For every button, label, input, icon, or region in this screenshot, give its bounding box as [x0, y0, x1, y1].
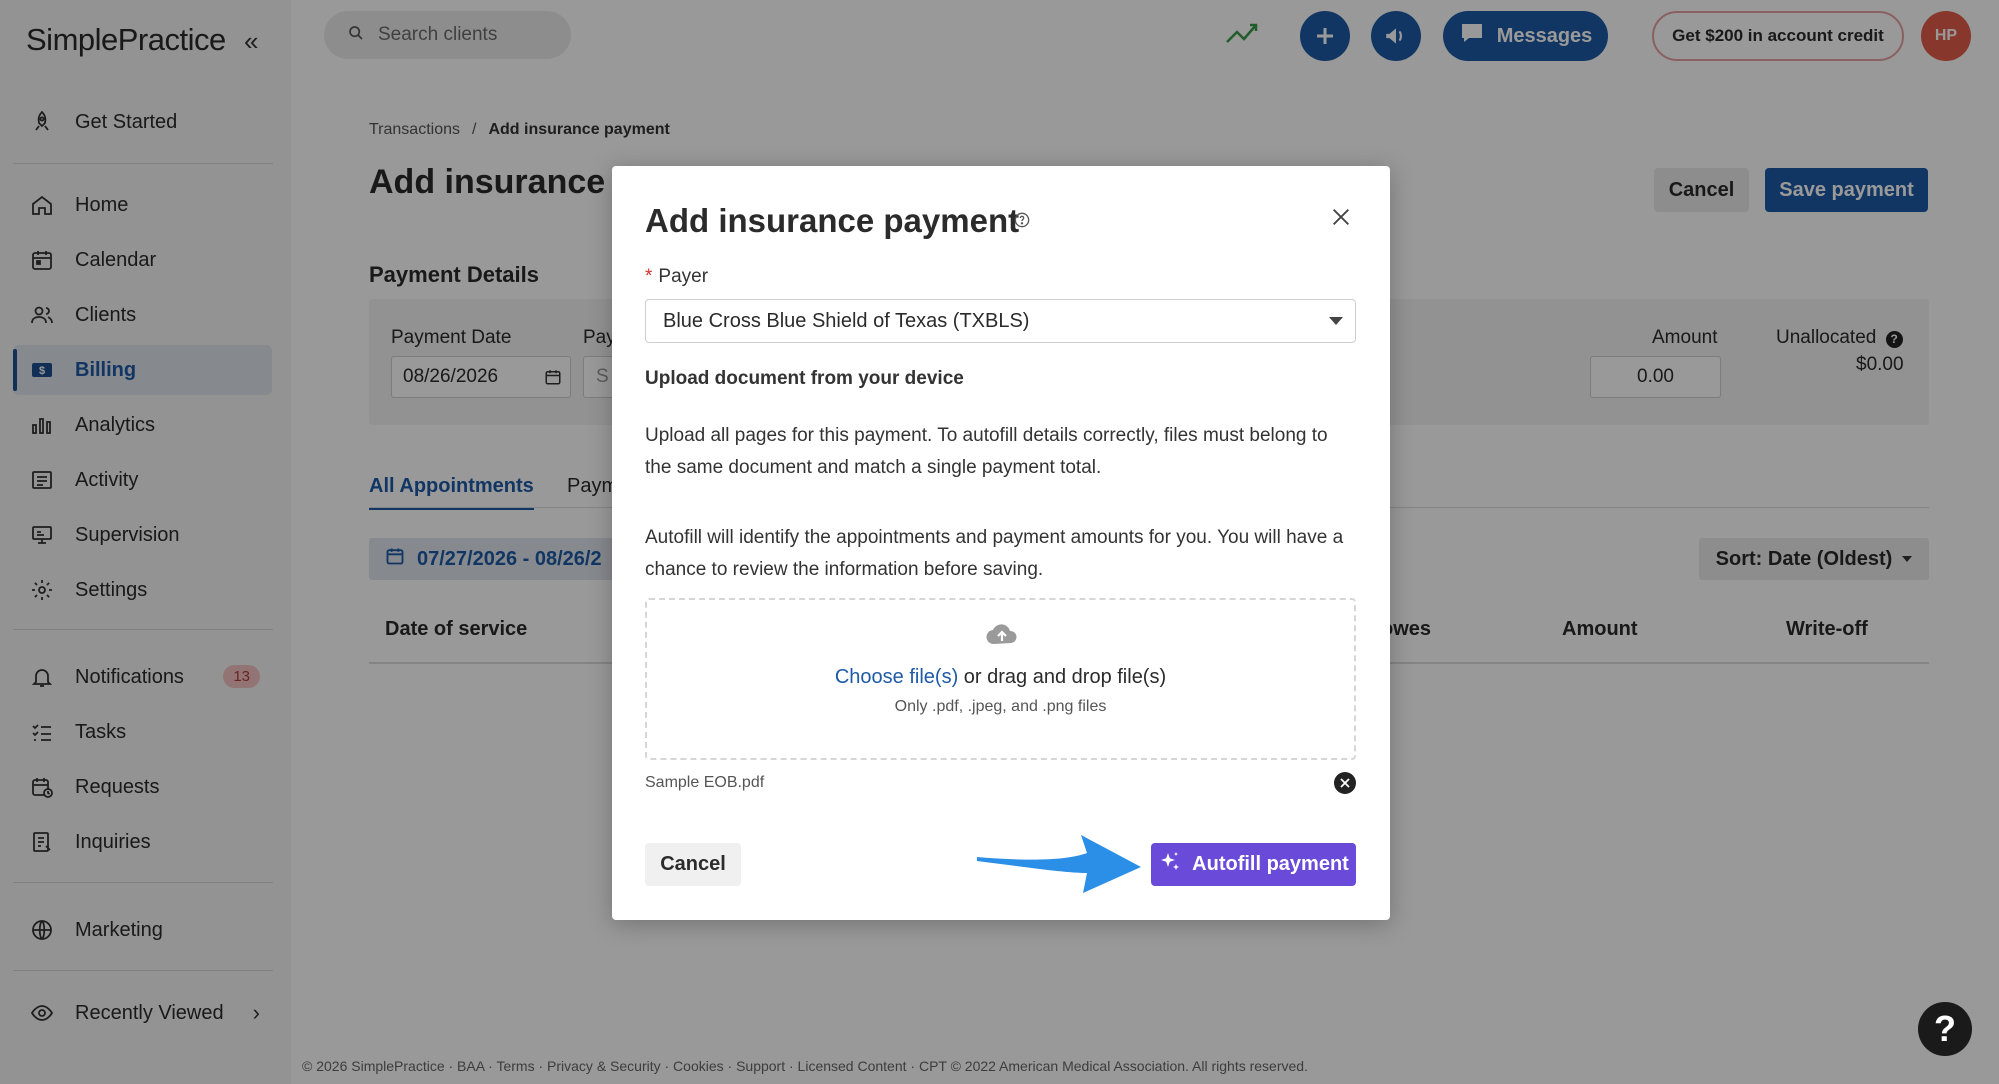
choose-files-link[interactable]: Choose file(s): [835, 666, 958, 688]
payer-select[interactable]: Blue Cross Blue Shield of Texas (TXBLS): [645, 299, 1356, 343]
drag-drop-text: or drag and drop file(s): [958, 666, 1167, 688]
close-icon[interactable]: [1330, 206, 1352, 233]
payer-selected-value: Blue Cross Blue Shield of Texas (TXBLS): [663, 309, 1030, 332]
choose-files-text: Choose file(s) or drag and drop file(s): [647, 666, 1354, 689]
add-insurance-payment-modal: Add insurance payment * Payer Blue Cross …: [612, 166, 1390, 920]
upload-instructions: Upload all pages for this payment. To au…: [645, 425, 1328, 478]
remove-file-icon[interactable]: [1334, 772, 1356, 794]
help-circle-icon[interactable]: [1014, 212, 1030, 233]
modal-title: Add insurance payment: [645, 202, 1020, 239]
autofill-description: Autofill will identify the appointments …: [645, 527, 1344, 580]
autofill-payment-button[interactable]: Autofill payment: [1151, 843, 1356, 886]
required-marker: *: [645, 266, 653, 287]
file-dropzone[interactable]: Choose file(s) or drag and drop file(s) …: [645, 598, 1356, 760]
autofill-label: Autofill payment: [1192, 853, 1349, 875]
upload-section-title: Upload document from your device: [645, 368, 964, 389]
payer-label: * Payer: [645, 266, 708, 288]
cloud-upload-icon: [985, 622, 1019, 651]
caret-down-icon: [1329, 317, 1343, 325]
uploaded-file-name: Sample EOB.pdf: [645, 774, 765, 791]
help-button[interactable]: ?: [1918, 1002, 1972, 1056]
sparkle-icon: [1158, 850, 1182, 880]
modal-cancel-button[interactable]: Cancel: [645, 843, 741, 886]
payer-label-text: Payer: [658, 266, 709, 287]
file-types-hint: Only .pdf, .jpeg, and .png files: [894, 698, 1107, 715]
pointer-arrow-icon: [975, 833, 1145, 900]
